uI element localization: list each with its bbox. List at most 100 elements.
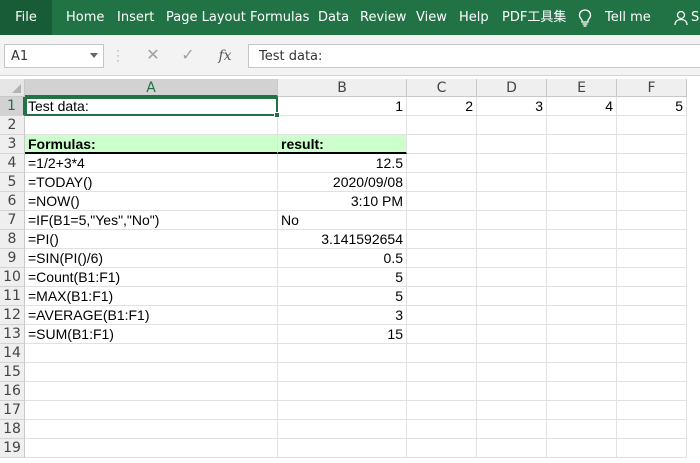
cell-c9[interactable] bbox=[407, 249, 477, 268]
cell-b3[interactable]: result: bbox=[278, 135, 407, 154]
cell-d9[interactable] bbox=[477, 249, 547, 268]
tab-file[interactable]: File bbox=[0, 0, 52, 35]
cell-c2[interactable] bbox=[407, 116, 477, 135]
cell-a11[interactable]: =MAX(B1:F1) bbox=[25, 287, 278, 306]
chevron-down-icon[interactable] bbox=[90, 53, 98, 58]
cell-b11[interactable]: 5 bbox=[278, 287, 407, 306]
cell-b12[interactable]: 3 bbox=[278, 306, 407, 325]
cell-a10[interactable]: =Count(B1:F1) bbox=[25, 268, 278, 287]
tell-me-search[interactable]: Tell me bbox=[605, 0, 651, 35]
cell-c12[interactable] bbox=[407, 306, 477, 325]
cell-e3[interactable] bbox=[547, 135, 617, 154]
cell-b14[interactable] bbox=[278, 344, 407, 363]
more-dots-icon[interactable]: · · · bbox=[116, 44, 120, 66]
cell-e11[interactable] bbox=[547, 287, 617, 306]
cell-b8[interactable]: 3.141592654 bbox=[278, 230, 407, 249]
cell-c7[interactable] bbox=[407, 211, 477, 230]
cell-d5[interactable] bbox=[477, 173, 547, 192]
cell-b1[interactable]: 1 bbox=[278, 97, 407, 116]
column-header-e[interactable]: E bbox=[547, 79, 617, 97]
row-header-9[interactable]: 9 bbox=[0, 249, 25, 268]
tab-help[interactable]: Help bbox=[459, 0, 489, 35]
row-header-16[interactable]: 16 bbox=[0, 382, 25, 401]
select-all-button[interactable] bbox=[0, 79, 25, 97]
cell-f2[interactable] bbox=[617, 116, 687, 135]
cell-c19[interactable] bbox=[407, 439, 477, 458]
row-header-11[interactable]: 11 bbox=[0, 287, 25, 306]
cell-f15[interactable] bbox=[617, 363, 687, 382]
cell-b4[interactable]: 12.5 bbox=[278, 154, 407, 173]
cell-e9[interactable] bbox=[547, 249, 617, 268]
cell-c6[interactable] bbox=[407, 192, 477, 211]
cell-e12[interactable] bbox=[547, 306, 617, 325]
cell-b19[interactable] bbox=[278, 439, 407, 458]
cell-d10[interactable] bbox=[477, 268, 547, 287]
cell-a5[interactable]: =TODAY() bbox=[25, 173, 278, 192]
cell-d13[interactable] bbox=[477, 325, 547, 344]
column-header-a[interactable]: A bbox=[25, 79, 278, 97]
cell-e17[interactable] bbox=[547, 401, 617, 420]
cell-c11[interactable] bbox=[407, 287, 477, 306]
cell-a7[interactable]: =IF(B1=5,"Yes","No") bbox=[25, 211, 278, 230]
cell-d8[interactable] bbox=[477, 230, 547, 249]
cell-b7[interactable]: No bbox=[278, 211, 407, 230]
row-header-1[interactable]: 1 bbox=[0, 97, 25, 116]
cell-c16[interactable] bbox=[407, 382, 477, 401]
row-header-10[interactable]: 10 bbox=[0, 268, 25, 287]
row-header-14[interactable]: 14 bbox=[0, 344, 25, 363]
cell-a16[interactable] bbox=[25, 382, 278, 401]
fill-handle[interactable] bbox=[274, 112, 280, 118]
cell-c17[interactable] bbox=[407, 401, 477, 420]
cell-f3[interactable] bbox=[617, 135, 687, 154]
tab-view[interactable]: View bbox=[416, 0, 447, 35]
cell-e1[interactable]: 4 bbox=[547, 97, 617, 116]
cell-e2[interactable] bbox=[547, 116, 617, 135]
cell-a1[interactable]: Test data: bbox=[25, 97, 278, 116]
cell-b13[interactable]: 15 bbox=[278, 325, 407, 344]
cell-e8[interactable] bbox=[547, 230, 617, 249]
cell-a18[interactable] bbox=[25, 420, 278, 439]
cell-d15[interactable] bbox=[477, 363, 547, 382]
cell-d1[interactable]: 3 bbox=[477, 97, 547, 116]
row-header-6[interactable]: 6 bbox=[0, 192, 25, 211]
cell-e19[interactable] bbox=[547, 439, 617, 458]
cell-f14[interactable] bbox=[617, 344, 687, 363]
cell-c3[interactable] bbox=[407, 135, 477, 154]
tab-pdf-tools[interactable]: PDF工具集 bbox=[502, 0, 566, 35]
cell-f6[interactable] bbox=[617, 192, 687, 211]
cell-f9[interactable] bbox=[617, 249, 687, 268]
cell-b17[interactable] bbox=[278, 401, 407, 420]
cell-d6[interactable] bbox=[477, 192, 547, 211]
tab-formulas[interactable]: Formulas bbox=[250, 0, 309, 35]
row-header-4[interactable]: 4 bbox=[0, 154, 25, 173]
cell-f8[interactable] bbox=[617, 230, 687, 249]
row-header-8[interactable]: 8 bbox=[0, 230, 25, 249]
cell-a8[interactable]: =PI() bbox=[25, 230, 278, 249]
cell-f10[interactable] bbox=[617, 268, 687, 287]
cell-a6[interactable]: =NOW() bbox=[25, 192, 278, 211]
cell-d3[interactable] bbox=[477, 135, 547, 154]
cell-a15[interactable] bbox=[25, 363, 278, 382]
cell-c14[interactable] bbox=[407, 344, 477, 363]
tab-page-layout[interactable]: Page Layout bbox=[166, 0, 246, 35]
cell-d18[interactable] bbox=[477, 420, 547, 439]
cell-a12[interactable]: =AVERAGE(B1:F1) bbox=[25, 306, 278, 325]
column-header-c[interactable]: C bbox=[407, 79, 477, 97]
cell-f18[interactable] bbox=[617, 420, 687, 439]
cell-f13[interactable] bbox=[617, 325, 687, 344]
cancel-button[interactable]: ✕ bbox=[138, 44, 168, 68]
cell-c15[interactable] bbox=[407, 363, 477, 382]
cell-e18[interactable] bbox=[547, 420, 617, 439]
cell-f17[interactable] bbox=[617, 401, 687, 420]
cell-b5[interactable]: 2020/09/08 bbox=[278, 173, 407, 192]
row-header-18[interactable]: 18 bbox=[0, 420, 25, 439]
cell-f16[interactable] bbox=[617, 382, 687, 401]
cell-e16[interactable] bbox=[547, 382, 617, 401]
cell-b10[interactable]: 5 bbox=[278, 268, 407, 287]
cell-d19[interactable] bbox=[477, 439, 547, 458]
cell-a19[interactable] bbox=[25, 439, 278, 458]
cell-d7[interactable] bbox=[477, 211, 547, 230]
row-header-12[interactable]: 12 bbox=[0, 306, 25, 325]
cell-a17[interactable] bbox=[25, 401, 278, 420]
cell-e10[interactable] bbox=[547, 268, 617, 287]
